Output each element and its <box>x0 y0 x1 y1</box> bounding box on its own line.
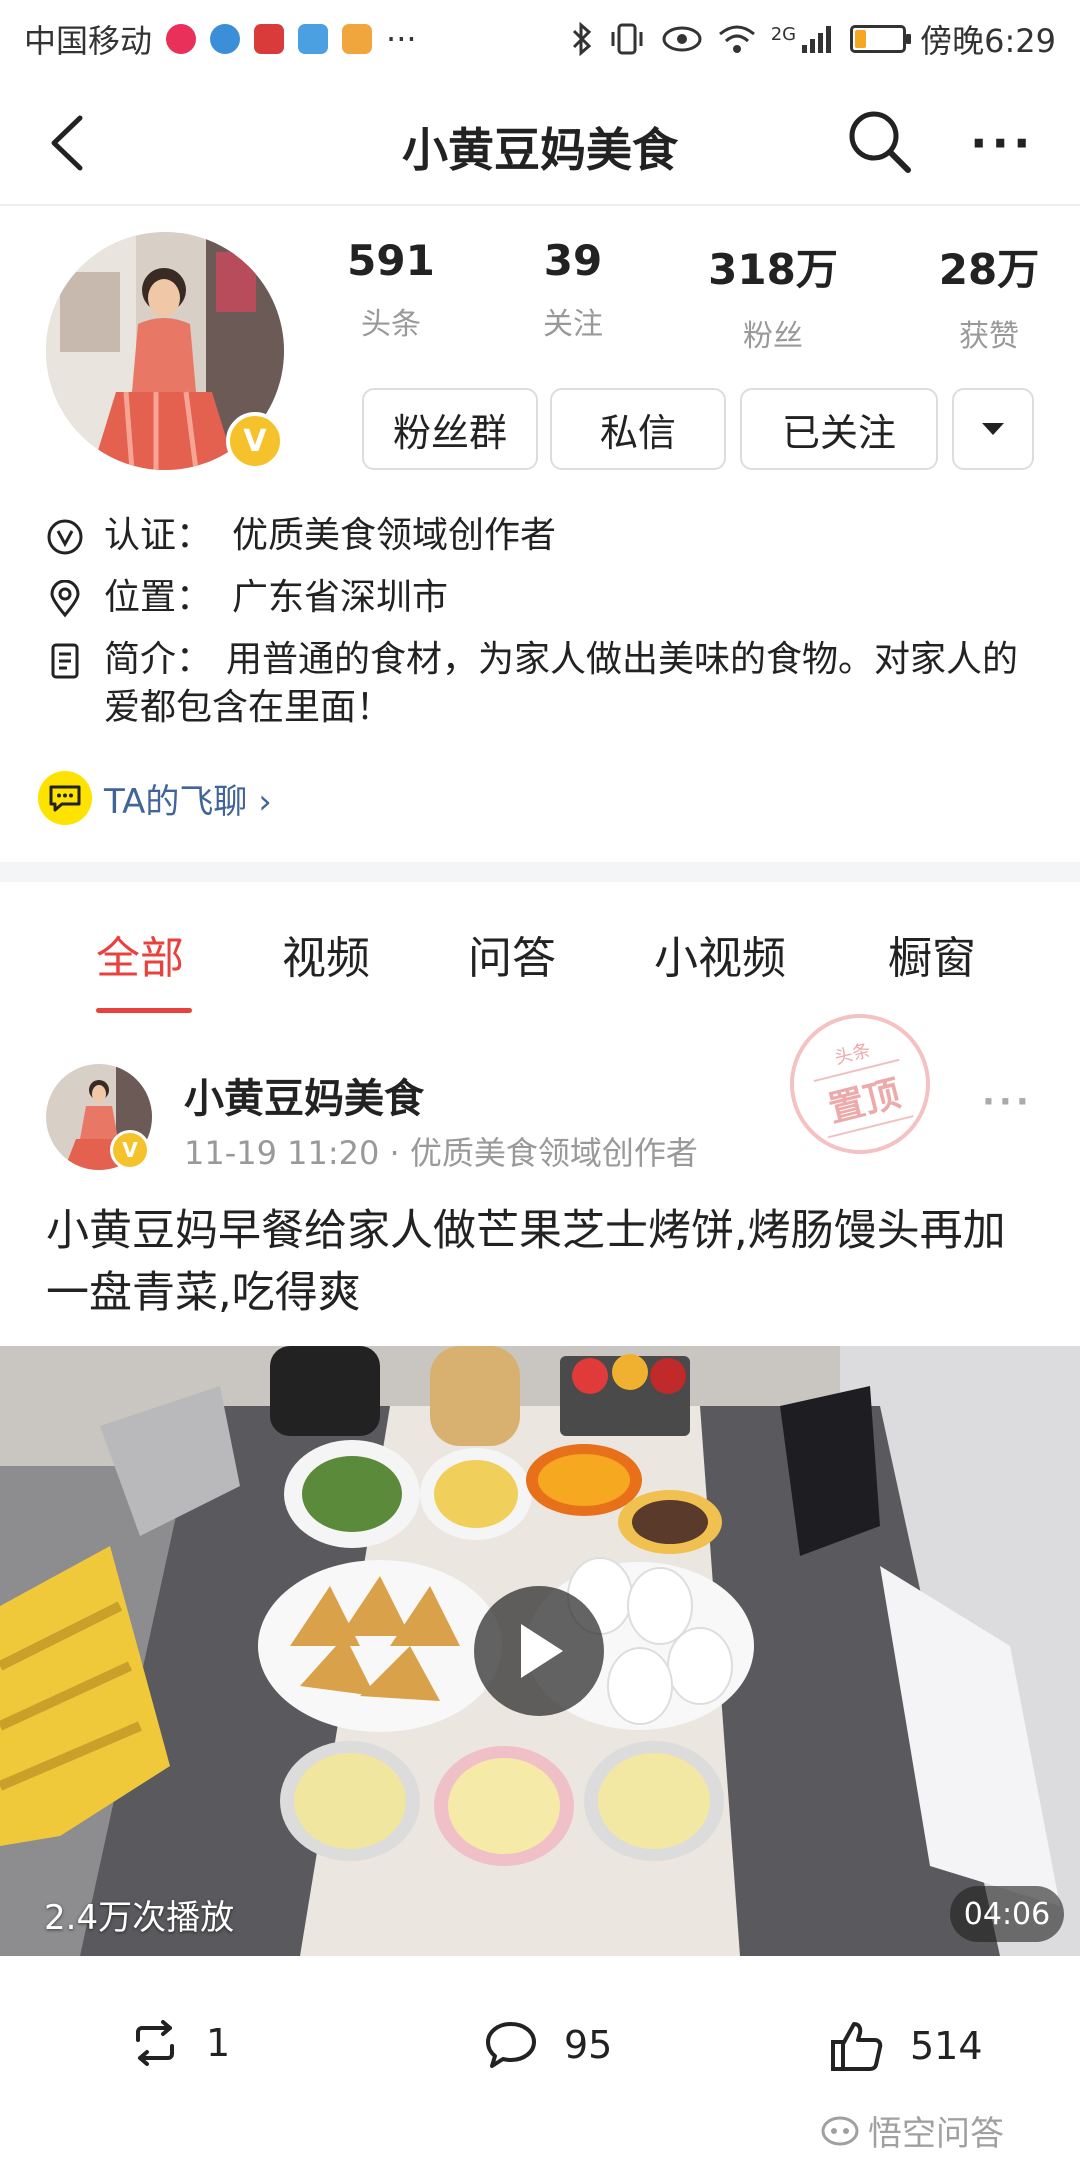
post-title[interactable]: 小黄豆妈早餐给家人做芒果芝士烤饼,烤肠馒头再加一盘青菜,吃得爽 <box>46 1200 1036 1324</box>
feiliao-label: TA的飞聊 › <box>104 781 272 822</box>
wifi-icon <box>718 25 755 53</box>
search-icon[interactable] <box>844 106 914 176</box>
section-divider <box>0 862 1080 882</box>
notification-app-icon <box>210 24 241 54</box>
post-author-name[interactable]: 小黄豆妈美食 <box>184 1066 424 1124</box>
post-more-icon[interactable]: ··· <box>982 1082 1033 1122</box>
stamp-pinned-label: 置顶 <box>813 1058 914 1139</box>
play-button[interactable] <box>474 1586 604 1716</box>
repost-icon <box>136 2020 174 2066</box>
stat-likes[interactable]: 28万 获赞 <box>904 236 1074 355</box>
location-row: 位置： 广东省深圳市 <box>46 574 1036 624</box>
like-count: 514 <box>910 2024 983 2068</box>
message-button[interactable]: 私信 <box>550 388 726 470</box>
stat-value: 318万 <box>708 245 838 294</box>
battery-level <box>855 30 867 48</box>
certification-label: 认证： <box>104 515 213 556</box>
wukong-watermark: 悟空问答 <box>820 2106 1004 2155</box>
intro-row: 简介： 用普通的食材，为家人做出美味的食物。对家人的爱都包含在里面！ <box>46 636 1036 736</box>
stat-followers[interactable]: 318万 粉丝 <box>688 236 858 355</box>
certification-icon <box>47 519 83 555</box>
stat-value: 28万 <box>938 245 1040 294</box>
stamp-brand: 头条 <box>832 1039 873 1069</box>
comment-count: 95 <box>564 2023 613 2067</box>
stat-label: 关注 <box>543 307 603 342</box>
more-notifications-icon: ··· <box>386 20 417 58</box>
notification-app-icon <box>298 24 329 54</box>
signal-icon <box>802 26 832 53</box>
stat-label: 获赞 <box>959 319 1019 354</box>
page-title: 小黄豆妈美食 <box>402 123 678 177</box>
bluetooth-icon <box>572 22 591 56</box>
verified-badge-icon: V <box>110 1130 150 1170</box>
more-options-icon[interactable]: ··· <box>970 116 1040 170</box>
tab-qa[interactable]: 问答 <box>468 922 556 986</box>
wukong-logo-icon <box>821 2116 859 2145</box>
stat-label: 粉丝 <box>743 319 803 354</box>
play-icon <box>521 1624 563 1678</box>
intro-text: 简介： 用普通的食材，为家人做出美味的食物。对家人的爱都包含在里面！ <box>104 636 1036 732</box>
video-duration-badge: 04:06 <box>950 1886 1064 1942</box>
comment-icon <box>486 2022 536 2068</box>
comment-button[interactable]: 95 <box>484 2020 612 2070</box>
location-label: 位置： <box>104 577 213 618</box>
tab-video[interactable]: 视频 <box>282 922 370 986</box>
stat-posts[interactable]: 591 头条 <box>306 236 476 343</box>
watermark-text: 悟空问答 <box>868 2114 1004 2154</box>
status-bar: 中国移动 ··· 2G 傍晚6:29 <box>0 0 1080 78</box>
stat-value: 39 <box>543 236 603 285</box>
verified-badge-icon: V <box>226 412 284 470</box>
location-value: 广东省深圳市 <box>232 577 449 618</box>
stat-following[interactable]: 39 关注 <box>488 236 658 343</box>
intro-label: 简介： <box>104 639 213 680</box>
active-tab-indicator <box>96 1008 192 1013</box>
caret-down-icon <box>982 423 1004 435</box>
location-pin-icon <box>50 580 80 618</box>
clock-label: 傍晚6:29 <box>920 22 1056 60</box>
nav-bar: 小黄豆妈美食 ··· <box>0 78 1080 206</box>
battery-icon <box>850 25 912 53</box>
notification-app-icon <box>254 24 285 54</box>
intro-value: 用普通的食材，为家人做出美味的食物。对家人的爱都包含在里面！ <box>104 639 1019 728</box>
repost-button[interactable]: 1 <box>130 2020 230 2066</box>
thumbs-up-icon <box>831 2022 883 2071</box>
tab-short-video[interactable]: 小视频 <box>654 922 786 986</box>
chat-bubble-icon <box>38 771 92 825</box>
notification-app-icon <box>166 24 197 54</box>
video-play-count: 2.4万次播放 <box>44 1898 235 1938</box>
stat-label: 头条 <box>361 307 421 342</box>
post-meta: 11-19 11:20 · 优质美食领域创作者 <box>184 1134 698 1172</box>
certification-value: 优质美食领域创作者 <box>232 515 557 556</box>
follow-dropdown-button[interactable] <box>952 388 1034 470</box>
tab-showcase[interactable]: 橱窗 <box>888 922 976 986</box>
status-bar-left: 中国移动 ··· <box>24 16 417 62</box>
carrier-label: 中国移动 <box>24 22 153 60</box>
eye-comfort-icon <box>662 26 702 52</box>
status-bar-right: 2G 傍晚6:29 <box>571 16 1056 62</box>
pinned-stamp: 头条 置顶 <box>775 999 945 1169</box>
repost-count: 1 <box>206 2021 231 2065</box>
feiliao-link[interactable]: TA的飞聊 › <box>38 770 272 826</box>
network-type-label: 2G <box>770 24 797 45</box>
stat-value: 591 <box>347 236 435 285</box>
content-tabs: 全部 视频 问答 小视频 橱窗 <box>0 882 1080 1022</box>
followed-button[interactable]: 已关注 <box>740 388 938 470</box>
fans-group-button[interactable]: 粉丝群 <box>362 388 538 470</box>
tab-all[interactable]: 全部 <box>96 922 184 986</box>
vibrate-icon <box>611 23 643 55</box>
document-icon <box>51 643 79 679</box>
certification-row: 认证： 优质美食领域创作者 <box>46 512 1036 562</box>
like-button[interactable]: 514 <box>830 2020 983 2072</box>
notification-app-icon <box>342 24 373 54</box>
